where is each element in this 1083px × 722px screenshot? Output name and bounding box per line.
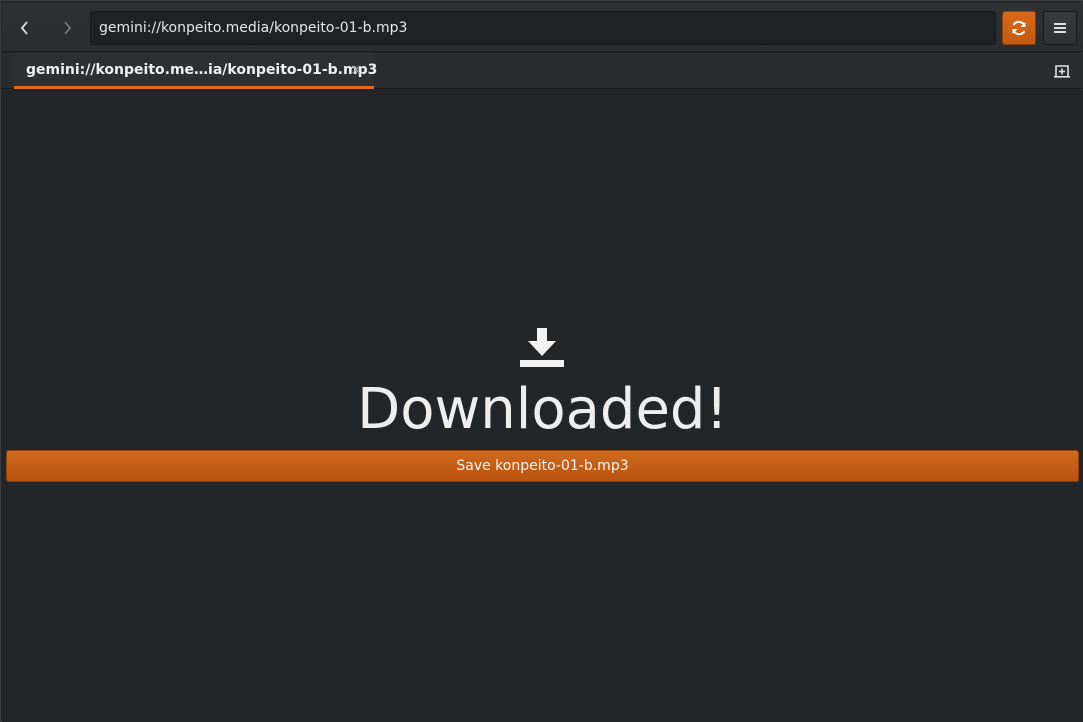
chevron-right-icon xyxy=(64,21,72,35)
header-bar xyxy=(2,2,1083,52)
tab-close-icon[interactable]: × xyxy=(350,62,362,78)
tab-active[interactable]: gemini://konpeito.me…ia/konpeito-01-b.mp… xyxy=(14,53,378,89)
downloaded-heading: Downloaded! xyxy=(357,377,728,442)
page-content: Downloaded! Save konpeito-01-b.mp3 xyxy=(2,90,1083,722)
browser-window: gemini://konpeito.me…ia/konpeito-01-b.mp… xyxy=(0,0,1083,722)
url-input[interactable] xyxy=(90,11,996,45)
save-file-button[interactable]: Save konpeito-01-b.mp3 xyxy=(6,450,1079,482)
new-tab-icon xyxy=(1054,65,1070,78)
new-tab-button[interactable] xyxy=(1050,61,1074,81)
tab-bar: gemini://konpeito.me…ia/konpeito-01-b.mp… xyxy=(2,53,1083,89)
reload-button[interactable] xyxy=(1002,11,1036,45)
chevron-left-icon xyxy=(20,21,28,35)
hamburger-menu-icon xyxy=(1054,23,1066,33)
forward-button[interactable] xyxy=(50,12,84,44)
main-menu-button[interactable] xyxy=(1043,11,1077,45)
tab-label: gemini://konpeito.me…ia/konpeito-01-b.mp… xyxy=(26,61,378,78)
download-icon xyxy=(520,328,564,367)
reload-icon xyxy=(1012,20,1026,36)
back-button[interactable] xyxy=(8,12,42,44)
